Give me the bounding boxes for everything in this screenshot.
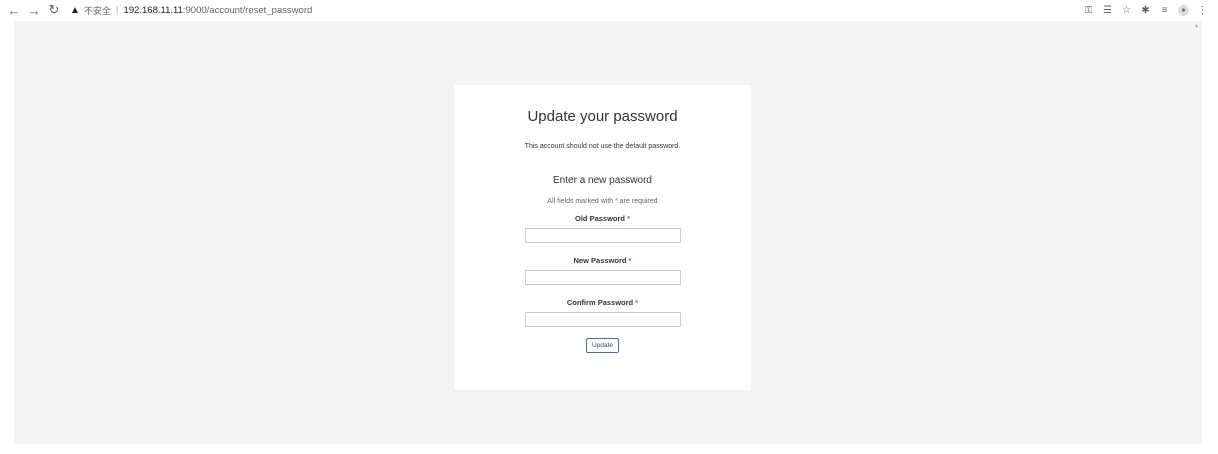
url-text[interactable]: 192.168.11.11:9000/account/reset_passwor…	[124, 5, 313, 16]
browser-toolbar: ← → ↻ ▲ 不安全 | 192.168.11.11:9000/account…	[0, 0, 1218, 20]
confirm-password-input[interactable]	[524, 312, 681, 327]
new-password-label: New Password *	[573, 256, 632, 265]
update-button[interactable]: Update	[586, 338, 619, 353]
old-password-label: Old Password *	[574, 214, 631, 223]
scroll-up-icon[interactable]: ▲	[1194, 23, 1199, 29]
security-label: 不安全	[83, 5, 111, 16]
form-subheading: Enter a new password	[553, 175, 652, 186]
profile-icon[interactable]: ●	[1174, 0, 1193, 20]
password-card: Update your password This account should…	[454, 85, 751, 390]
star-icon[interactable]: ☆	[1117, 0, 1136, 20]
default-password-note: This account should not use the default …	[524, 143, 681, 150]
reload-icon[interactable]: ↻	[44, 0, 64, 20]
new-password-input[interactable]	[524, 270, 681, 285]
old-password-field: Old Password *	[454, 214, 751, 243]
confirm-password-field: Confirm Password *	[454, 298, 751, 327]
warning-icon: ▲	[70, 4, 80, 16]
page-title: Update your password	[527, 108, 678, 125]
reading-list-icon[interactable]: ≡	[1155, 0, 1174, 20]
bottom-strip	[0, 444, 1218, 454]
page-viewport: ▲ Update your password This account shou…	[14, 21, 1202, 444]
back-arrow-icon[interactable]: ←	[4, 0, 24, 20]
old-password-input[interactable]	[524, 228, 681, 243]
avatar: ●	[1178, 4, 1189, 16]
menu-icon[interactable]: ⋮	[1193, 0, 1212, 20]
extensions-icon[interactable]: ✱	[1136, 0, 1155, 20]
address-bar[interactable]: ▲ 不安全 | 192.168.11.11:9000/account/reset…	[70, 1, 312, 19]
translate-icon[interactable]: ☰	[1098, 0, 1117, 20]
key-icon[interactable]: ⚿	[1079, 0, 1098, 20]
new-password-field: New Password *	[454, 256, 751, 285]
required-note: All fields marked with * are required	[547, 198, 658, 205]
forward-arrow-icon[interactable]: →	[24, 0, 44, 20]
separator: |	[115, 4, 119, 16]
confirm-password-label: Confirm Password *	[566, 298, 639, 307]
